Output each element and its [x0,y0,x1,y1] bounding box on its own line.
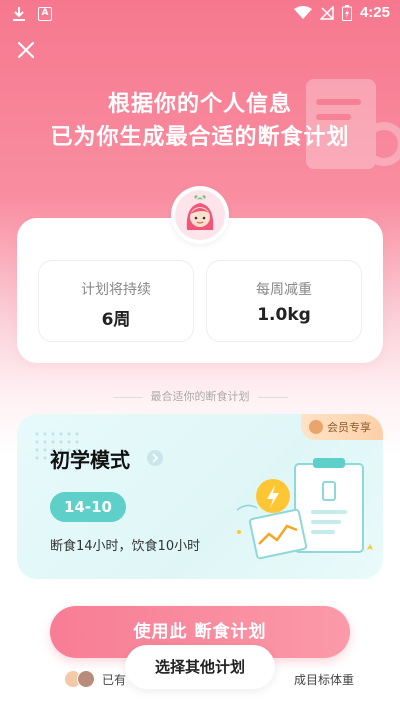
plan-description: 断食14小时，饮食10小时 [50,539,201,554]
weekly-loss-label: 每周减重 [256,282,312,298]
page-title: 根据你的个人信息 已为你生成最合适的断食计划 [0,88,400,154]
wifi-icon [293,5,312,19]
close-icon[interactable] [14,38,38,62]
member-crown-icon [309,420,323,434]
status-time: 4:25 [359,4,390,21]
download-icon [13,7,25,21]
font-a-icon: A [38,7,52,21]
weekly-loss-stat: 每周减重 1.0kg [206,260,362,342]
weekly-loss-value: 1.0kg [257,305,311,325]
divider-line [257,396,288,398]
duration-stat: 计划将持续 6周 [38,260,194,342]
member-badge-label: 会员专享 [327,421,371,434]
battery-charging-icon [341,4,352,21]
plan-caption-text: 最合适你的断食计划 [150,390,250,403]
title-line-2: 已为你生成最合适的断食计划 [50,125,350,150]
chevron-right-icon[interactable] [147,450,163,466]
plan-illustration-icon [236,458,373,560]
plan-card[interactable]: 会员专享 初学模式 14-10 断食14小时，饮食10小时 [17,414,383,579]
users-avatars [64,670,98,688]
status-bar: A 4:25 [0,0,400,28]
divider-line [112,396,143,398]
choose-other-plan-button[interactable]: 选择其他计划 [125,645,275,689]
plan-schedule-pill: 14-10 [50,492,126,522]
plan-section-caption: 最合适你的断食计划 [0,388,400,404]
title-line-1: 根据你的个人信息 [107,92,292,117]
plan-title: 初学模式 [50,448,130,472]
avatar [171,186,229,244]
duration-value: 6周 [101,310,131,330]
no-signal-icon [319,5,334,20]
duration-label: 计划将持续 [81,282,151,298]
member-badge: 会员专享 [301,414,383,440]
user-avatar [77,670,95,688]
users-text-left: 已有 [102,673,127,687]
users-text-right: 成目标体重 [293,673,354,687]
